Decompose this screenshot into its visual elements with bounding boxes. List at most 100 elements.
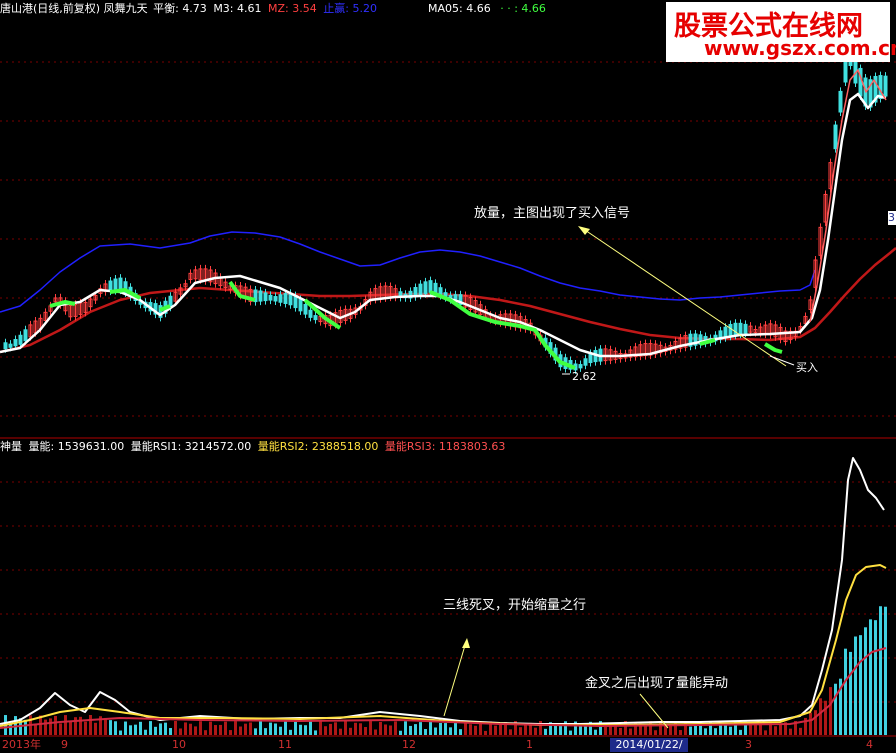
volume-bar [434, 727, 437, 735]
volume-bar [54, 715, 57, 735]
volume-bar [854, 636, 857, 735]
x-axis-label-sep: 9 [61, 738, 68, 751]
volume-bar [349, 727, 352, 735]
buy-signal-label: 买入 [796, 361, 818, 374]
price-candle [8, 343, 13, 348]
volume-bar [424, 729, 427, 735]
price-candle [298, 299, 303, 312]
x-axis-selected-date[interactable]: 2014/01/22/三 [610, 738, 688, 753]
volume-bar [179, 728, 182, 735]
volume-bar [544, 728, 547, 735]
price-candle [313, 315, 318, 321]
volume-bar [739, 729, 742, 735]
volume-bar [779, 723, 782, 735]
volume-bar [494, 725, 497, 735]
rsi1-label: 量能RSI1: [130, 440, 182, 453]
volume-bar [89, 715, 92, 735]
indicator-name: 凤舞九天 [103, 2, 148, 15]
volume-bar [414, 724, 417, 735]
price-candle [118, 277, 123, 291]
price-candle [578, 364, 583, 369]
volume-bar [164, 722, 167, 735]
volume-bar [519, 727, 522, 735]
volume-bar [844, 648, 847, 735]
volume-bar [134, 724, 137, 735]
sub-annotation-arrow-1 [443, 641, 467, 717]
volume-bar [309, 721, 312, 735]
volume-bar [289, 729, 292, 735]
volume-bar [69, 721, 72, 735]
volume-bar [49, 718, 52, 735]
x-axis-label-apr: 4 [866, 738, 873, 751]
volume-bar [704, 728, 707, 735]
volume-bar [114, 721, 117, 735]
ma05-readout: MA05: 4.66 · · : 4.66 [428, 2, 546, 16]
volume-bar [799, 727, 802, 735]
volume-bar [869, 619, 872, 735]
zhiying-label: 止赢: [323, 2, 349, 15]
volume-bar [729, 726, 732, 735]
volume-bar [379, 721, 382, 735]
volume-bar [389, 725, 392, 735]
volume-bar [814, 710, 817, 735]
volume-bar [359, 723, 362, 735]
x-axis-label-dec: 12 [402, 738, 416, 751]
volume-bar [144, 729, 147, 735]
volume-bar [154, 726, 157, 735]
volume-bar [669, 724, 672, 735]
volume-bar [604, 726, 607, 735]
volume-bar [874, 620, 877, 735]
volume-bar [344, 721, 347, 735]
volume-bar [334, 722, 337, 735]
volume-white-line [0, 457, 885, 725]
volume-bar [689, 726, 692, 735]
volume-bar [329, 723, 332, 735]
volume-bar [304, 725, 307, 735]
volume-bar [439, 722, 442, 735]
volume-bar [509, 729, 512, 735]
price-candle [273, 296, 278, 302]
volume-bar [159, 723, 162, 735]
volume-bar [294, 721, 297, 735]
volume-bar [879, 606, 882, 735]
volume-bar [534, 727, 537, 735]
volume-bar [449, 727, 452, 735]
volume-bar [884, 606, 887, 735]
volume-bar [499, 724, 502, 735]
volume-bar [84, 721, 87, 735]
volume-bar [569, 730, 572, 735]
volume-bar [244, 723, 247, 735]
volume-bar [419, 722, 422, 735]
x-axis-label-mar: 3 [745, 738, 752, 751]
volume-bar [774, 726, 777, 735]
rsi3-label: 量能RSI3: [384, 440, 436, 453]
rsi2-label: 量能RSI2: [257, 440, 309, 453]
price-candle [283, 293, 288, 304]
volume-bar [124, 721, 127, 735]
zhiying-value: 5.20 [352, 2, 377, 15]
green-trend-segment-7 [763, 342, 783, 354]
main-annotation: 放量，主图出现了买入信号 [474, 206, 631, 221]
volume-bar [364, 727, 367, 735]
volume-bar [369, 721, 372, 735]
volume-bar [819, 698, 822, 735]
volume-bar [169, 728, 172, 735]
volume-bar [789, 728, 792, 735]
price-candle [23, 329, 28, 342]
volume-bar [189, 723, 192, 735]
volume-indicator-name: 神量 [0, 440, 22, 453]
volume-bar [409, 725, 412, 735]
volume-bar [654, 730, 657, 735]
volume-bar [229, 730, 232, 735]
volume-bar [829, 687, 832, 735]
volume-bar [204, 730, 207, 735]
volume-bar [339, 728, 342, 735]
chart-canvas[interactable] [0, 0, 896, 753]
volume-bar [809, 712, 812, 735]
sub-annotation-2: 金叉之后出现了量能异动 [585, 676, 729, 691]
price-candle [843, 60, 848, 83]
volume-bar [94, 722, 97, 735]
price-candle [13, 339, 18, 347]
volume-bar [714, 728, 717, 735]
volume-bar [404, 721, 407, 735]
